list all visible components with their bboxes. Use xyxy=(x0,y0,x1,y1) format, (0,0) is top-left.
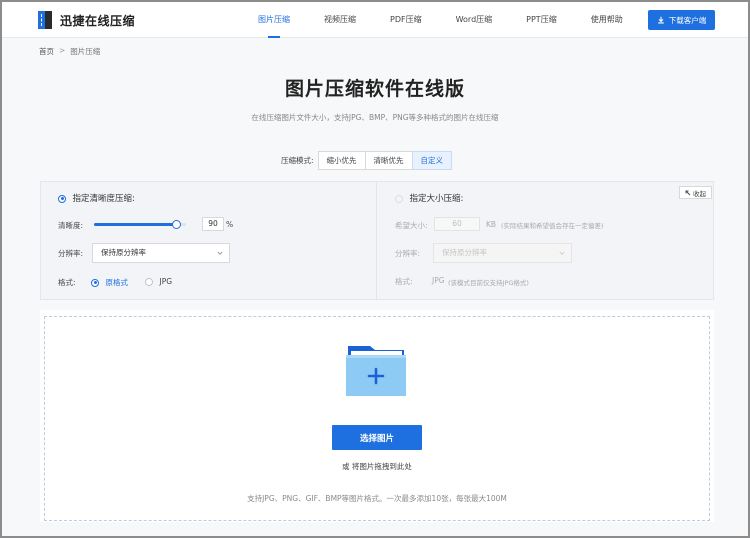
mode-custom[interactable]: 自定义 xyxy=(411,151,453,170)
size-format-note: (该模式目前仅支持JPG格式) xyxy=(448,279,529,287)
chevron-down-icon xyxy=(217,251,223,255)
top-header: 迅捷在线压缩 图片压缩 视频压缩 PDF压缩 Word压缩 PPT压缩 使用帮助… xyxy=(2,2,748,38)
page-subtitle: 在线压缩图片文件大小，支持JPG、BMP、PNG等多种格式的图片在线压缩 xyxy=(251,113,499,122)
clarity-slider-thumb[interactable] xyxy=(172,220,182,229)
size-mode-radio[interactable] xyxy=(395,194,403,203)
breadcrumb: 首页 > 图片压缩 xyxy=(39,46,100,57)
download-client-label: 下载客户端 xyxy=(668,15,707,25)
format-jpg-label: JPG xyxy=(159,277,173,286)
collapse-label: 收起 xyxy=(693,189,706,198)
logo[interactable]: 迅捷在线压缩 xyxy=(38,11,135,29)
page-title: 图片压缩软件在线版 xyxy=(284,78,465,100)
panel-divider xyxy=(376,182,377,299)
format-jpg-option[interactable]: JPG xyxy=(145,277,172,286)
drop-hint: 或 将图片拖拽到此处 xyxy=(342,462,412,471)
download-icon xyxy=(657,16,664,24)
format-original-option[interactable]: 原格式 xyxy=(91,277,128,288)
format-original-label: 原格式 xyxy=(105,278,129,287)
select-image-button[interactable]: 选择图片 xyxy=(332,425,422,450)
format-jpg-radio[interactable] xyxy=(145,277,153,286)
nav-help[interactable]: 使用帮助 xyxy=(591,2,623,38)
compress-mode-selector: 压缩模式: 缩小优先 清晰优先 自定义 xyxy=(281,151,453,170)
nav-ppt-compress[interactable]: PPT压缩 xyxy=(526,2,557,38)
upload-format-note: 支持JPG、PNG、GIF、BMP等图片格式。一次最多添加10张，每张最大100… xyxy=(247,494,507,503)
logo-icon xyxy=(38,11,52,29)
size-value-input[interactable]: 60 xyxy=(434,217,480,231)
nav-pdf-compress[interactable]: PDF压缩 xyxy=(390,2,422,38)
clarity-unit: % xyxy=(226,220,234,229)
size-resolution-select[interactable]: 保持原分辨率 xyxy=(433,243,572,263)
nav-image-compress[interactable]: 图片压缩 xyxy=(258,2,290,38)
clarity-mode-option[interactable]: 指定清晰度压缩: xyxy=(58,192,135,204)
clarity-resolution-label: 分辨率: xyxy=(58,249,84,258)
clarity-value-input[interactable]: 90 xyxy=(202,217,224,231)
clarity-mode-title: 指定清晰度压缩: xyxy=(72,194,135,204)
mode-label: 压缩模式: xyxy=(281,156,314,165)
collapse-button[interactable]: 收起 xyxy=(679,186,712,199)
clarity-label: 清晰度: xyxy=(58,221,84,230)
size-note: (实际结果和希望值会存在一定偏差) xyxy=(501,222,604,230)
size-format-value: JPG xyxy=(432,276,445,285)
clarity-mode-radio[interactable] xyxy=(58,194,66,203)
format-original-radio[interactable] xyxy=(91,278,99,287)
nav-video-compress[interactable]: 视频压缩 xyxy=(324,2,356,38)
size-format-label: 格式: xyxy=(395,277,413,286)
breadcrumb-current: 图片压缩 xyxy=(70,47,101,56)
main-nav: 图片压缩 视频压缩 PDF压缩 Word压缩 PPT压缩 使用帮助 xyxy=(258,2,657,38)
arrow-up-left-icon xyxy=(685,190,691,195)
clarity-slider-fill xyxy=(94,223,177,226)
size-label: 希望大小: xyxy=(395,221,428,230)
clarity-resolution-value: 保持原分辨率 xyxy=(101,248,146,257)
logo-text: 迅捷在线压缩 xyxy=(60,13,136,28)
custom-settings-panel: 指定清晰度压缩: 清晰度: 90 % 分辨率: 保持原分辨率 格式: 原格式 J… xyxy=(40,181,714,300)
size-unit: KB xyxy=(486,220,497,229)
breadcrumb-separator: > xyxy=(59,46,66,55)
download-client-button[interactable]: 下载客户端 xyxy=(648,10,715,30)
size-mode-option[interactable]: 指定大小压缩: xyxy=(395,192,463,204)
browser-frame: 迅捷在线压缩 图片压缩 视频压缩 PDF压缩 Word压缩 PPT压缩 使用帮助… xyxy=(0,0,750,538)
mode-smaller-first[interactable]: 缩小优先 xyxy=(317,151,366,170)
mode-clarity-first[interactable]: 清晰优先 xyxy=(364,151,413,170)
size-resolution-value: 保持原分辨率 xyxy=(442,248,487,257)
folder-add-icon xyxy=(346,346,406,396)
size-resolution-label: 分辨率: xyxy=(395,249,421,258)
upload-area[interactable]: 选择图片 或 将图片拖拽到此处 支持JPG、PNG、GIF、BMP等图片格式。一… xyxy=(40,310,714,522)
size-mode-title: 指定大小压缩: xyxy=(409,194,464,204)
nav-word-compress[interactable]: Word压缩 xyxy=(456,2,493,38)
clarity-resolution-select[interactable]: 保持原分辨率 xyxy=(92,243,230,263)
chevron-down-icon xyxy=(559,251,565,255)
breadcrumb-home[interactable]: 首页 xyxy=(39,46,54,57)
clarity-format-label: 格式: xyxy=(58,278,76,287)
